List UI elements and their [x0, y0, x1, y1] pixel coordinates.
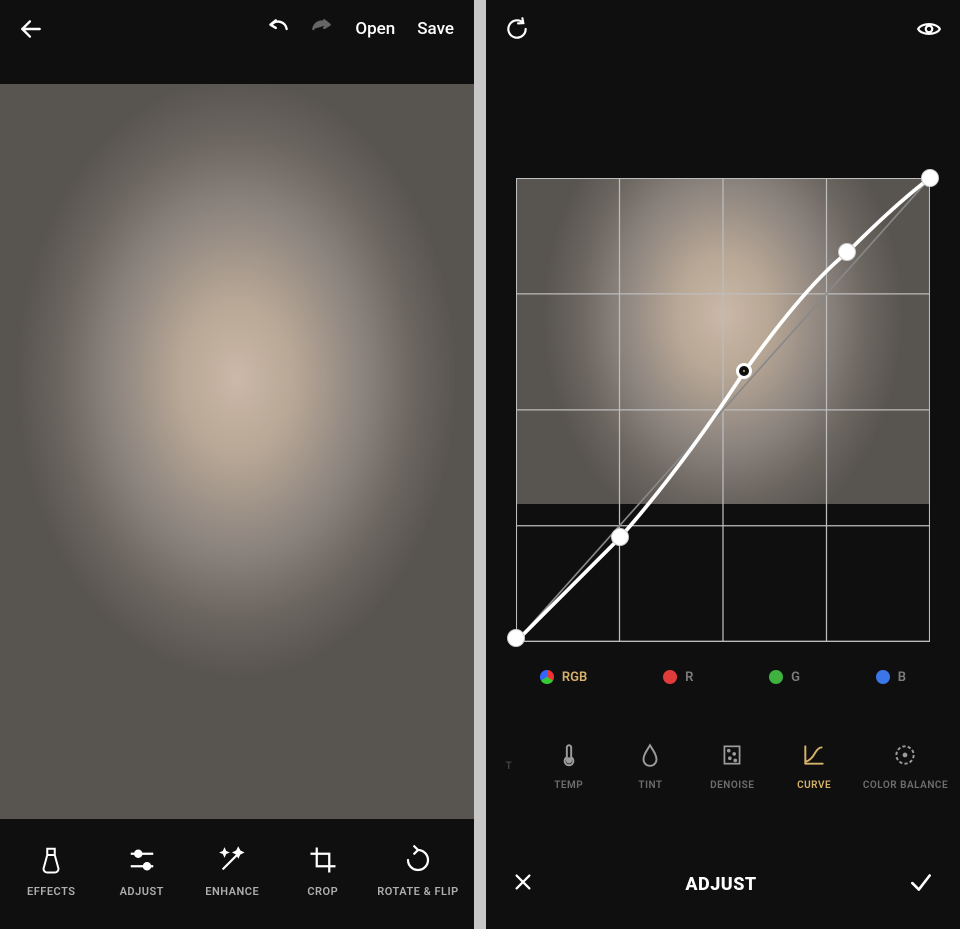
tool-rotate-flip[interactable]: ROTATE & FLIP: [377, 845, 458, 898]
channel-label: G: [791, 670, 800, 685]
curve-point[interactable]: [838, 243, 856, 261]
editor-screen-curves: RGB R G B T TEMP: [486, 0, 960, 929]
open-button[interactable]: Open: [353, 15, 397, 43]
tool-label: ADJUST: [120, 885, 164, 898]
channel-r[interactable]: R: [663, 670, 693, 685]
blue-dot-icon: [876, 670, 890, 684]
channel-label: R: [685, 670, 693, 685]
top-bar: Open Save: [0, 0, 474, 58]
curve-line: [516, 178, 930, 642]
curve-point-selected[interactable]: [736, 363, 752, 379]
save-button[interactable]: Save: [415, 15, 456, 43]
adjust-tint[interactable]: TINT: [617, 742, 683, 791]
tool-crop[interactable]: CROP: [287, 845, 359, 898]
tool-label: CROP: [307, 885, 338, 898]
tool-enhance[interactable]: ENHANCE: [196, 845, 268, 898]
tool-label: CURVE: [797, 780, 831, 791]
adjust-prev-partial[interactable]: T: [498, 761, 520, 772]
tool-label: ENHANCE: [205, 885, 259, 898]
channel-g[interactable]: G: [769, 670, 800, 685]
tool-label: T: [506, 761, 513, 772]
green-dot-icon: [769, 670, 783, 684]
curve-stage[interactable]: [516, 178, 930, 638]
tool-adjust[interactable]: ADJUST: [106, 845, 178, 898]
tool-label: COLOR BALANCE: [863, 780, 948, 791]
curve-point[interactable]: [921, 169, 939, 187]
editor-screen-main: Open Save EFFECTS ADJUST ENHANCE CROP: [0, 0, 474, 929]
channel-label: RGB: [562, 670, 587, 685]
screen-divider: [474, 0, 486, 929]
adjust-tool-strip: T TEMP TINT DENOISE CURVE COLOR BALANCE: [486, 711, 960, 821]
curve-editor-area: RGB R G B T TEMP: [486, 58, 960, 929]
channel-label: B: [898, 670, 906, 685]
photo-canvas[interactable]: EFFECTS ADJUST ENHANCE CROP ROTATE & FLI…: [0, 58, 474, 929]
tool-label: EFFECTS: [27, 885, 75, 898]
adjust-color-balance[interactable]: COLOR BALANCE: [863, 742, 948, 791]
tool-label: TEMP: [554, 780, 583, 791]
cancel-button[interactable]: [512, 871, 534, 897]
curve-channel-row: RGB R G B: [486, 653, 960, 701]
channel-b[interactable]: B: [876, 670, 906, 685]
undo-icon[interactable]: [265, 16, 291, 42]
apply-button[interactable]: [908, 869, 934, 899]
rotate-cw-icon[interactable]: [504, 16, 530, 42]
red-dot-icon: [663, 670, 677, 684]
channel-rgb[interactable]: RGB: [540, 670, 587, 685]
top-bar: [486, 0, 960, 58]
preview-eye-icon[interactable]: [916, 16, 942, 42]
tool-label: ROTATE & FLIP: [377, 885, 458, 898]
tool-effects[interactable]: EFFECTS: [15, 845, 87, 898]
adjust-denoise[interactable]: DENOISE: [699, 742, 765, 791]
tool-label: DENOISE: [710, 780, 754, 791]
curve-point[interactable]: [611, 528, 629, 546]
redo-icon[interactable]: [309, 16, 335, 42]
back-icon[interactable]: [18, 16, 44, 42]
photo-preview: [0, 84, 474, 819]
main-tool-strip: EFFECTS ADJUST ENHANCE CROP ROTATE & FLI…: [0, 819, 474, 929]
panel-title: ADJUST: [534, 874, 908, 895]
panel-confirm-bar: ADJUST: [486, 839, 960, 929]
adjust-temp[interactable]: TEMP: [536, 742, 602, 791]
rgb-dot-icon: [540, 670, 554, 684]
tool-label: TINT: [638, 780, 662, 791]
curve-point[interactable]: [507, 629, 525, 647]
adjust-curve[interactable]: CURVE: [781, 742, 847, 791]
